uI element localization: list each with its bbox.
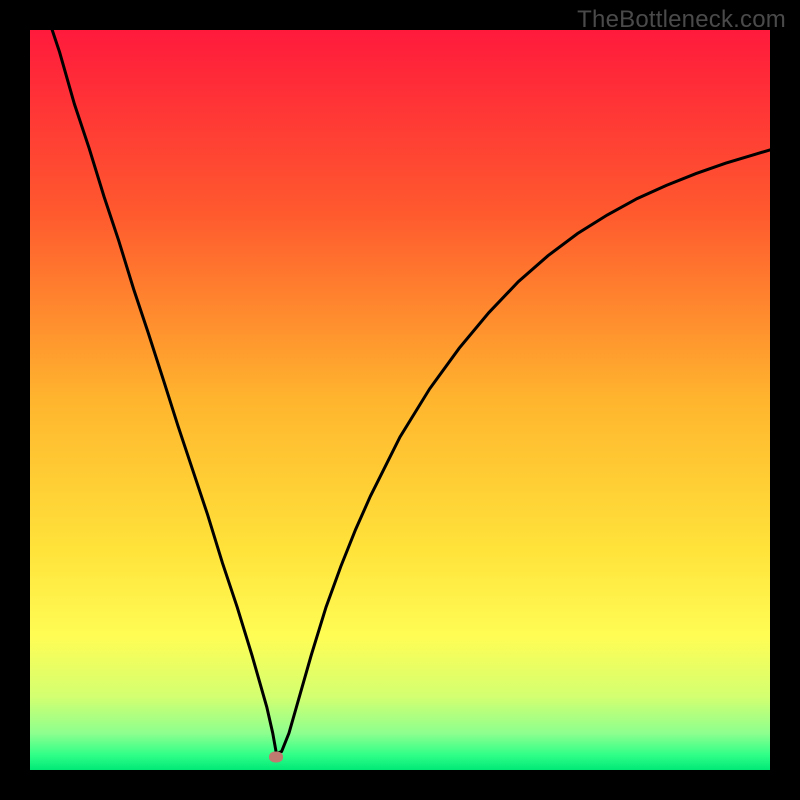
- plot-area: [30, 30, 770, 770]
- watermark-text: TheBottleneck.com: [577, 6, 786, 34]
- background-gradient: [30, 30, 770, 770]
- optimum-marker: [269, 751, 283, 762]
- chart-container: TheBottleneck.com: [0, 0, 800, 800]
